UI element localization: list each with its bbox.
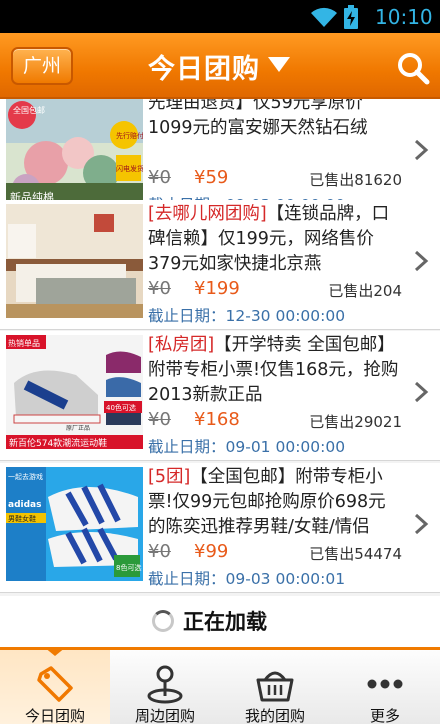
deal-description: 先理由退货】仅59元享原价1099元的富安娜天然钻石绒 [148,99,403,141]
thumb-badge: 闪电发货 [116,164,143,173]
loading-text: 正在加载 [183,610,267,634]
deal-source: [5团] [148,467,191,487]
deal-description: [5团]【全国包邮】附带专柜小票!仅99元包邮抢购原价698元的陈奕迅推荐男鞋/… [148,465,403,540]
sold-count: 已售出81620 [309,171,402,189]
location-pin-icon [147,665,183,704]
tab-label: 更多 [369,707,400,724]
basket-icon [256,671,294,702]
thumb-caption: 原厂正品 [66,425,90,432]
tab-label: 今日团购 [24,707,85,724]
loading-spinner-icon [152,610,174,632]
deal-row[interactable]: 一起去游戏 adidas 男鞋女鞋 8色可选 [5团]【全国包邮】附带专柜小票!… [0,463,440,593]
original-price: ¥0 [148,409,171,430]
deal-text: 先理由退货】仅59元享原价1099元的富安娜天然钻石绒 [148,99,368,138]
thumb-logo: adidas [8,500,41,510]
battery-charging-icon [344,5,358,29]
deal-row[interactable]: 热销单品 40色可选 原厂正品 新百伦574款潮流运动鞋 [私房团]【开学特卖 … [0,331,440,461]
deal-source: [去哪儿网团购] [148,204,267,224]
bottom-tab-bar: 今日团购 周边团购 我的团购 更多 [0,647,440,724]
original-price: ¥0 [148,167,171,188]
tab-nearby-deals[interactable]: 周边团购 [110,650,220,724]
tab-label: 我的团购 [244,707,305,724]
original-price: ¥0 [148,278,171,299]
sold-count: 已售出204 [328,282,402,300]
app-header: 广州 今日团购 [0,33,440,99]
search-icon[interactable] [396,51,430,85]
chevron-right-icon [414,513,429,535]
wifi-icon [311,7,337,28]
thumb-badge: 40色可选 [106,403,136,412]
deal-list[interactable]: 新品纯棉 全国包邮 先行赔付 闪电发货 先理由退货】仅59元享原价1099元的富… [0,99,440,647]
deal-price: ¥59 [194,167,229,188]
deal-thumbnail-sneakers: 热销单品 40色可选 原厂正品 新百伦574款潮流运动鞋 [6,335,143,449]
active-tab-pointer-icon [44,647,66,656]
tab-today-deals[interactable]: 今日团购 [0,647,110,724]
deal-price: ¥168 [194,409,240,430]
sold-count: 已售出54474 [309,545,402,563]
chevron-right-icon [414,250,429,272]
title-dropdown-caret-icon[interactable] [268,57,290,72]
city-selector-button[interactable]: 广州 [11,47,73,85]
thumb-badge: 全国包邮 [13,105,45,115]
page-title[interactable]: 今日团购 [148,47,260,86]
deal-price: ¥99 [194,541,229,562]
deal-deadline: 截止日期：09-03 00:00:01 [148,570,346,588]
original-price: ¥0 [148,541,171,562]
deal-thumbnail-adidas-shoes: 一起去游戏 adidas 男鞋女鞋 8色可选 [6,467,143,581]
chevron-right-icon [414,381,429,403]
thumb-caption: 男鞋女鞋 [8,514,36,523]
tag-icon [37,666,73,702]
tab-my-deals[interactable]: 我的团购 [220,650,330,724]
deal-source: [私房团] [148,335,215,355]
thumb-caption: 新百伦574款潮流运动鞋 [9,437,107,449]
thumb-caption: 一起去游戏 [8,472,43,481]
tab-more[interactable]: 更多 [330,650,440,724]
loading-indicator: 正在加载 [0,596,440,647]
deal-row[interactable]: [去哪儿网团购]【连锁品牌，口碑信赖】仅199元，网络售价379元如家快捷北京燕… [0,200,440,330]
deal-deadline: 截止日期：12-30 00:00:00 [148,307,346,325]
deal-price: ¥199 [194,278,240,299]
status-bar: 10:10 [0,0,440,33]
deal-description: [私房团]【开学特卖 全国包邮】附带专柜小票!仅售168元，抢购2013新款正品 [148,333,403,408]
deal-deadline: 截止日期：09-01 00:00:00 [148,438,346,456]
deal-description: [去哪儿网团购]【连锁品牌，口碑信赖】仅199元，网络售价379元如家快捷北京燕 [148,202,403,277]
more-dots-icon [367,679,403,689]
thumb-badge: 8色可选 [116,563,141,572]
sold-count: 已售出29021 [309,413,402,431]
status-clock: 10:10 [375,5,433,29]
tab-label: 周边团购 [134,707,195,724]
chevron-right-icon [414,139,429,161]
thumb-badge: 先行赔付 [116,131,143,140]
deal-thumbnail-bedding: 新品纯棉 全国包邮 先行赔付 闪电发货 [6,99,143,207]
thumb-badge: 热销单品 [8,338,40,348]
deal-thumbnail-hotel-room [6,204,143,318]
